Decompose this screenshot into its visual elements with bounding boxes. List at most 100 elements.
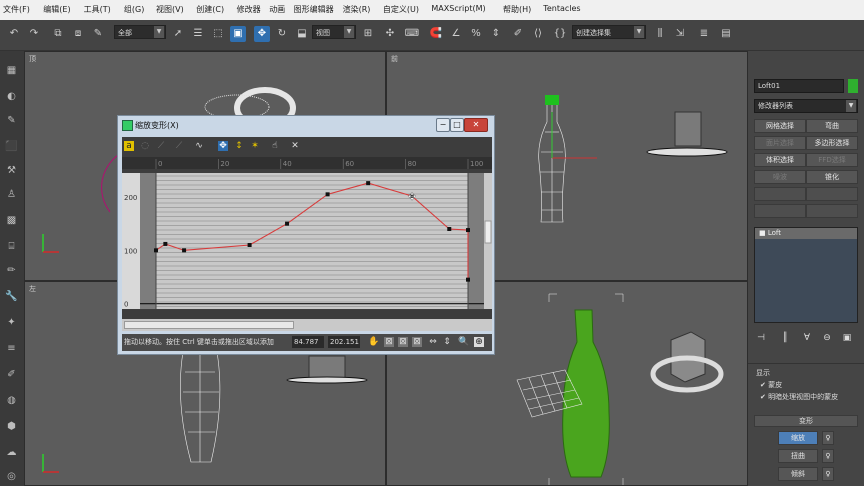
cylinder-icon[interactable]: ⌸ (4, 239, 19, 254)
deformation-graph[interactable]: 0 20 40 60 80 100 200 100 0 ✥ (122, 157, 492, 319)
menu-item[interactable]: 创建(C) (196, 4, 224, 15)
menu-item[interactable]: 修改器 (237, 4, 261, 15)
modifier-button[interactable]: 多边形选择 (806, 136, 858, 150)
display-header[interactable]: 显示 (756, 368, 770, 378)
swap-curves-icon[interactable]: ∿ (194, 141, 204, 151)
rotate-icon[interactable]: ↻ (274, 26, 290, 42)
select-manipulate-icon[interactable]: ✣ (382, 26, 398, 42)
brush-icon[interactable]: ✐ (4, 367, 19, 382)
modifier-stack[interactable]: ■ Loft (754, 227, 858, 323)
object-color-swatch[interactable] (848, 79, 858, 93)
zoom-extents-icon[interactable]: ⊠ (384, 337, 394, 347)
layer-manager-icon[interactable]: ≣ (696, 26, 712, 42)
hammer-icon[interactable]: ⚒ (4, 163, 19, 178)
wrench-icon[interactable]: 🔧 (4, 289, 19, 304)
scrollbar-thumb[interactable] (124, 321, 294, 329)
configure-sets-icon[interactable]: ▣ (842, 333, 852, 343)
y-value-field[interactable]: 202.151 (328, 336, 360, 348)
deform-rollout-header[interactable]: 变形 (754, 415, 858, 427)
deform-toggle-icon[interactable]: ♀ (822, 467, 834, 481)
modifier-button[interactable]: 噪波 (754, 170, 806, 184)
make-unique-icon[interactable]: ∀ (802, 333, 812, 343)
modifier-button[interactable]: 网格选择 (754, 119, 806, 133)
minimize-icon[interactable]: − (436, 118, 450, 132)
snap-toggle-icon[interactable]: 🧲 (428, 26, 444, 42)
percent-snap-icon[interactable]: % (468, 26, 484, 42)
layers-icon[interactable]: ≡ (4, 341, 19, 356)
move-icon[interactable]: ✥ (254, 26, 270, 42)
scale-control-point-icon[interactable]: ↕ (234, 141, 244, 151)
figure-icon[interactable]: ♙ (4, 187, 19, 202)
mirror-icon[interactable]: ⫼ (652, 26, 668, 42)
align-icon[interactable]: ⇲ (672, 26, 688, 42)
close-icon[interactable]: ✕ (464, 118, 488, 132)
empty-modifier-slot[interactable] (806, 204, 858, 218)
link-icon[interactable]: ⧉ (50, 26, 66, 42)
menu-item[interactable]: 帮助(H) (503, 4, 531, 15)
menu-item[interactable]: Tentacles (543, 4, 580, 13)
menu-item[interactable]: 图形编辑器 (294, 4, 334, 15)
graphite-tools-icon[interactable]: ▦ (4, 63, 19, 78)
paint-icon[interactable]: ✎ (4, 113, 19, 128)
pivot-icon[interactable]: ⊞ (360, 26, 376, 42)
grid-icon[interactable]: ▩ (4, 213, 19, 228)
empty-modifier-slot[interactable] (754, 204, 806, 218)
move-control-point-icon[interactable]: ✥ (218, 141, 228, 151)
check-skin-shaded-row[interactable]: ✔ 明暗处理视图中的蒙皮 (760, 392, 838, 402)
zoom-horizontal-icon[interactable]: ⇔ (428, 337, 438, 347)
zoom-vertical-icon[interactable]: ⇕ (442, 337, 452, 347)
pin-stack-icon[interactable]: ⊣ (756, 333, 766, 343)
zoom-icon[interactable]: 🔍 (458, 337, 469, 347)
graphite-icon[interactable]: ▤ (718, 26, 734, 42)
show-end-result-icon[interactable]: ║ (780, 333, 790, 343)
check-skin-row[interactable]: ✔ 蒙皮 (760, 380, 782, 390)
zoom-vertical-extents-icon[interactable]: ⊠ (412, 337, 422, 347)
menu-item[interactable]: 编辑(E) (43, 4, 70, 15)
maximize-icon[interactable]: □ (450, 118, 464, 132)
render-icon[interactable]: ☁ (4, 445, 19, 460)
rect-selection-icon[interactable]: ⬚ (210, 26, 226, 42)
menu-item[interactable]: 文件(F) (3, 4, 30, 15)
spinner-snap-icon[interactable]: ⇕ (488, 26, 504, 42)
shapes-icon[interactable]: ◐ (4, 89, 19, 104)
pan-icon[interactable]: ✋ (368, 337, 379, 347)
menu-item[interactable]: 动画 (269, 4, 285, 15)
deform-toggle-icon[interactable]: ♀ (822, 449, 834, 463)
empty-modifier-slot[interactable] (754, 187, 806, 201)
modifier-button[interactable]: FFD选择 (806, 153, 858, 167)
keyboard-shortcut-icon[interactable]: ⌨ (404, 26, 420, 42)
menu-item[interactable]: 渲染(R) (343, 4, 371, 15)
modifier-list-dropdown[interactable]: 修改器列表 ▼ (754, 99, 858, 113)
display-xy-icon[interactable]: ⟋ (174, 141, 184, 151)
modifier-button[interactable]: 锥化 (806, 170, 858, 184)
lock-aspect-icon[interactable]: a (124, 141, 134, 151)
named-selection-dropdown[interactable]: 创建选择集 ▼ (572, 25, 646, 39)
cube-icon[interactable]: ⬛ (4, 139, 19, 154)
remove-modifier-icon[interactable]: ⊖ (822, 333, 832, 343)
menu-item[interactable]: 工具(T) (84, 4, 111, 15)
modifier-button[interactable]: 弯曲 (806, 119, 858, 133)
lathe-icon[interactable]: ◍ (4, 393, 19, 408)
modifier-button[interactable]: 体积选择 (754, 153, 806, 167)
deform-button[interactable]: 缩放 (778, 431, 818, 445)
redo-icon[interactable]: ↷ (26, 26, 42, 42)
display-x-icon[interactable]: ◌ (140, 141, 150, 151)
insert-corner-point-icon[interactable]: ✶ (250, 141, 260, 151)
angle-snap-icon[interactable]: ∠ (448, 26, 464, 42)
bind-space-warp-icon[interactable]: ✎ (90, 26, 106, 42)
modifier-button[interactable]: 面片选择 (754, 136, 806, 150)
x-value-field[interactable]: 84.787 (292, 336, 324, 348)
menu-item[interactable]: 组(G) (124, 4, 144, 15)
edit-named-sets-icon[interactable]: ✐ (510, 26, 526, 42)
camera-icon[interactable]: ◎ (4, 469, 19, 484)
braces-icon[interactable]: {} (552, 26, 568, 42)
deform-button[interactable]: 倾斜 (778, 467, 818, 481)
select-by-name-icon[interactable]: ☰ (190, 26, 206, 42)
menu-item[interactable]: MAXScript(M) (431, 4, 485, 13)
window-crossing-icon[interactable]: ▣ (230, 26, 246, 42)
zoom-horizontal-extents-icon[interactable]: ⊠ (398, 337, 408, 347)
scale-icon[interactable]: ⬓ (294, 26, 310, 42)
object-name-field[interactable]: Loft01 (754, 79, 844, 93)
unlink-icon[interactable]: ⧈ (70, 26, 86, 42)
sculpt-icon[interactable]: ✦ (4, 315, 19, 330)
